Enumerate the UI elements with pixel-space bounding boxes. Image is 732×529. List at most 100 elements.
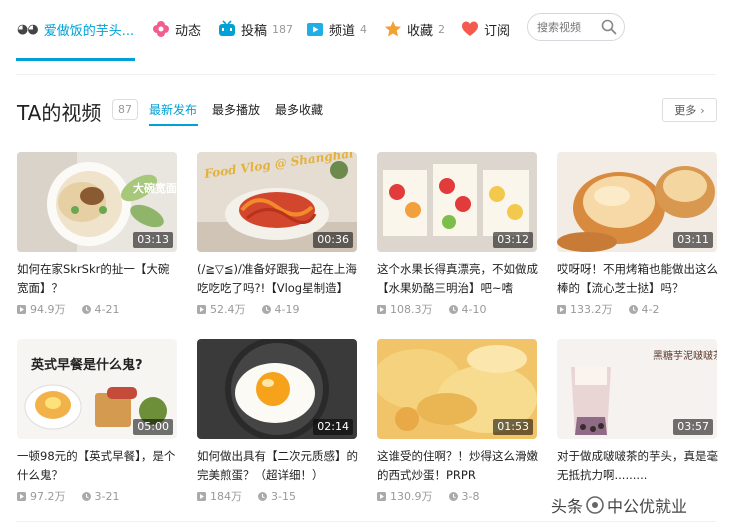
- video-thumbnail[interactable]: 大碗宽面 03:13: [17, 152, 177, 252]
- thumbnail-caption: 英式早餐是什么鬼?: [30, 357, 143, 373]
- view-count: 108.3万: [390, 303, 433, 316]
- duration-badge: 03:12: [493, 232, 533, 248]
- video-meta: 184万 3-15: [197, 489, 296, 503]
- video-thumbnail[interactable]: 02:14: [197, 339, 357, 439]
- video-thumbnail[interactable]: 03:12: [377, 152, 537, 252]
- divider: [16, 521, 716, 522]
- play-count-icon: [197, 491, 206, 501]
- view-count: 130.9万: [390, 490, 433, 503]
- tab-label: 投稿: [241, 23, 268, 39]
- play-count-icon: [557, 304, 566, 314]
- active-tab-indicator: [16, 58, 135, 61]
- tab-channels[interactable]: 频道 4: [306, 18, 367, 40]
- upload-date: 4-10: [461, 302, 487, 316]
- search-box[interactable]: [527, 13, 625, 41]
- tab-count: 4: [360, 22, 368, 36]
- clock-icon: [448, 304, 458, 314]
- watermark: 头条 中公优就业: [545, 491, 694, 519]
- view-count: 52.4万: [210, 303, 246, 316]
- watermark-text: 中公优就业: [607, 497, 688, 516]
- tab-label: 频道: [329, 23, 356, 39]
- video-meta: 108.3万 4-10: [377, 302, 486, 316]
- view-count: 97.2万: [30, 490, 66, 503]
- duration-badge: 03:13: [133, 232, 173, 248]
- tab-uploads[interactable]: 投稿 187: [218, 18, 293, 40]
- thumbnail-caption: 大碗宽面: [133, 181, 177, 195]
- video-meta: 130.9万 3-8: [377, 489, 479, 503]
- play-count-icon: [197, 304, 206, 314]
- duration-badge: 03:11: [673, 232, 713, 248]
- tv-icon: [219, 20, 235, 36]
- clock-icon: [261, 304, 271, 314]
- duration-badge: 05:00: [133, 419, 173, 435]
- more-label: 更多: [674, 104, 697, 117]
- duration-badge: 00:36: [313, 232, 353, 248]
- tab-count: 2: [438, 22, 446, 36]
- duration-badge: 03:57: [673, 419, 713, 435]
- view-count: 94.9万: [30, 303, 66, 316]
- heart-icon: [462, 21, 478, 36]
- play-folder-icon: [307, 23, 323, 36]
- video-title[interactable]: 如何在家SkrSkr的扯一【大碗宽面】？: [17, 260, 179, 298]
- upload-date: 3-21: [94, 489, 120, 503]
- video-title[interactable]: (/≧▽≦)/准备好跟我一起在上海吃吃吃了吗?!【Vlog星制造】: [197, 260, 359, 298]
- clock-icon: [81, 491, 91, 501]
- tab-label: 收藏: [407, 23, 434, 39]
- tab-user-home[interactable]: ◕◕ 爱做饭的芋头...: [17, 18, 134, 40]
- tab-subscriptions[interactable]: 订阅: [461, 18, 510, 40]
- duration-badge: 02:14: [313, 419, 353, 435]
- clock-icon: [81, 304, 91, 314]
- view-count: 184万: [210, 490, 242, 503]
- divider: [16, 74, 716, 75]
- video-title[interactable]: 如何做出具有【二次元质感】的完美煎蛋？（超详细！）: [197, 447, 359, 485]
- user-name: 爱做饭的芋头...: [43, 23, 135, 39]
- video-title[interactable]: 一顿98元的【英式早餐】，是个什么鬼？: [17, 447, 179, 485]
- play-count-icon: [17, 491, 26, 501]
- play-count-icon: [377, 304, 386, 314]
- tab-label: 动态: [175, 23, 202, 39]
- video-title[interactable]: 这谁受的住啊？！炒得这么滑嫩的西式炒蛋！PRPR: [377, 447, 539, 485]
- video-title[interactable]: 这个水果长得真漂亮，不如做成【水果奶酪三明治】吧~嗜: [377, 260, 539, 298]
- chevron-right-icon: ›: [700, 103, 705, 117]
- watermark-prefix: 头条: [551, 497, 584, 516]
- sort-tab-most-favorited[interactable]: 最多收藏: [275, 101, 323, 118]
- video-title[interactable]: 对于做成啵啵茶的芋头，真是毫无抵抗力啊.........: [557, 447, 719, 485]
- section-title: TA的视频: [17, 101, 102, 125]
- clock-icon: [448, 491, 458, 501]
- tab-count: 187: [272, 22, 294, 36]
- more-button[interactable]: 更多 ›: [662, 98, 717, 122]
- sort-tab-most-played[interactable]: 最多播放: [212, 101, 260, 118]
- video-thumbnail[interactable]: 英式早餐是什么鬼? 05:00: [17, 339, 177, 439]
- view-count: 133.2万: [570, 303, 613, 316]
- video-meta: 97.2万 3-21: [17, 489, 119, 503]
- sort-tab-indicator: [149, 124, 198, 126]
- tab-favorites[interactable]: 收藏 2: [384, 18, 445, 40]
- video-meta: 94.9万 4-21: [17, 302, 119, 316]
- search-input[interactable]: [537, 19, 601, 35]
- clock-icon: [628, 304, 638, 314]
- tab-activity[interactable]: 动态: [152, 18, 201, 40]
- upload-date: 4-21: [94, 302, 120, 316]
- upload-date: 3-15: [271, 489, 296, 503]
- upload-date: 4-19: [274, 302, 300, 316]
- flower-icon: [153, 21, 169, 37]
- search-icon[interactable]: [601, 19, 617, 35]
- video-count-badge: 87: [112, 99, 138, 120]
- video-thumbnail[interactable]: 01:53: [377, 339, 537, 439]
- thumbnail-caption: 黑糖芋泥啵啵茶: [653, 349, 717, 362]
- tab-label: 订阅: [484, 23, 511, 39]
- toutiao-logo-icon: [586, 496, 604, 514]
- video-thumbnail[interactable]: 03:11: [557, 152, 717, 252]
- video-title[interactable]: 哎呀呀！不用烤箱也能做出这么棒的【流心芝士挞】吗？: [557, 260, 719, 298]
- eyes-icon: ◕◕: [17, 21, 39, 37]
- top-nav: ◕◕ 爱做饭的芋头... 动态 投稿 187 频道 4 收藏 2 订阅 搜索视频: [0, 0, 732, 62]
- sort-tab-latest[interactable]: 最新发布: [149, 101, 197, 118]
- video-thumbnail[interactable]: Food Vlog @ Shanghai 00:36: [197, 152, 357, 252]
- play-count-icon: [17, 304, 26, 314]
- star-badge-icon: [385, 21, 401, 37]
- upload-date: 4-2: [641, 302, 660, 316]
- video-meta: 133.2万 4-2: [557, 302, 659, 316]
- video-thumbnail[interactable]: 黑糖芋泥啵啵茶 03:57: [557, 339, 717, 439]
- play-count-icon: [377, 491, 386, 501]
- video-meta: 52.4万 4-19: [197, 302, 299, 316]
